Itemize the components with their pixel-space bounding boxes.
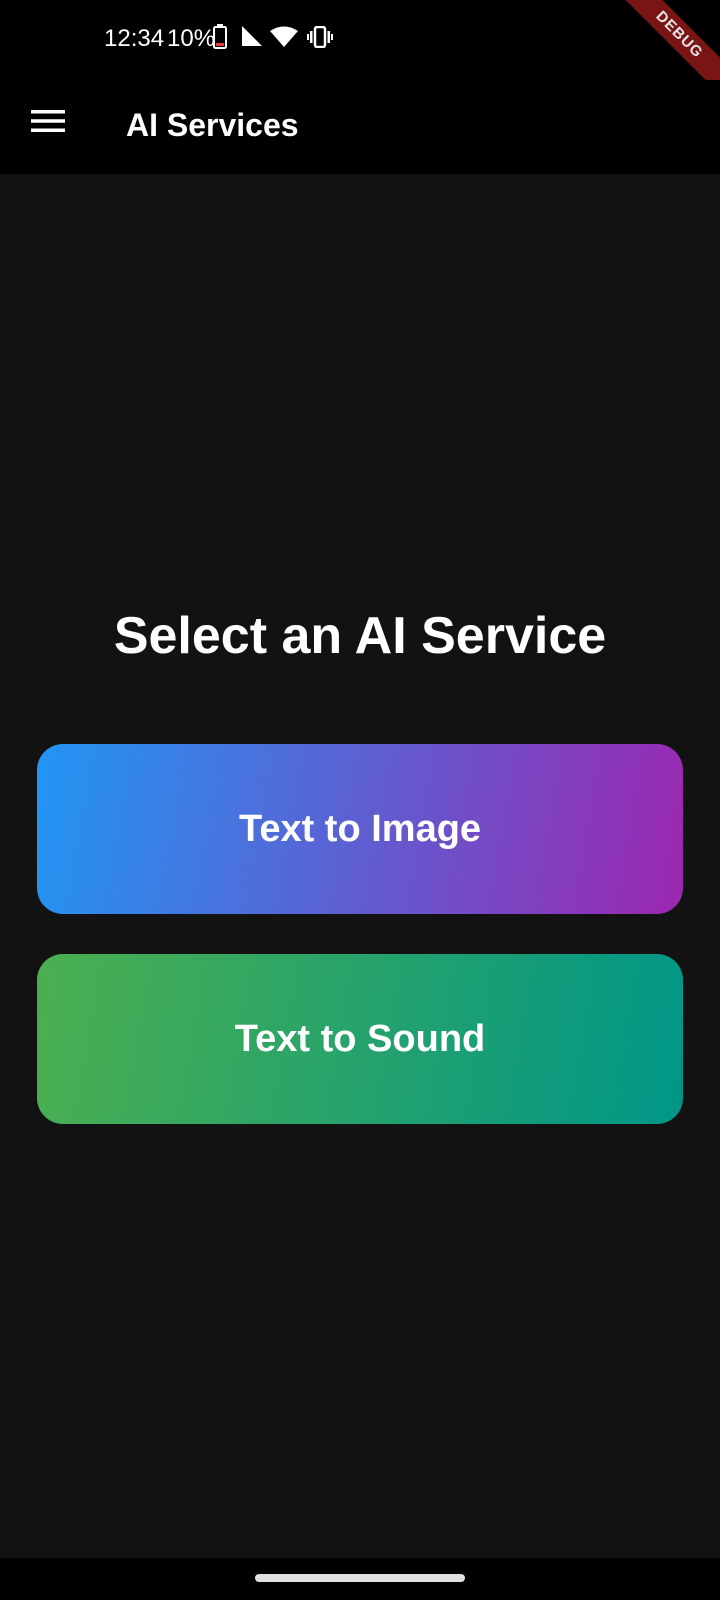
status-bar: 12:34 10% [0, 0, 720, 80]
status-time: 12:34 [104, 25, 165, 52]
wifi-icon [270, 26, 298, 54]
text-to-sound-label: Text to Sound [234, 1017, 486, 1060]
cell-signal-icon [240, 26, 264, 54]
menu-button[interactable] [20, 95, 76, 151]
text-to-sound-button[interactable]: Text to Sound [37, 954, 683, 1124]
battery-low-icon [213, 24, 227, 52]
app-title: AI Services [126, 107, 299, 143]
text-to-image-button[interactable]: Text to Image [37, 744, 683, 914]
home-gesture-handle[interactable] [255, 1574, 465, 1582]
vibrate-icon [307, 25, 333, 54]
page-heading: Select an AI Service [113, 607, 607, 665]
battery-percent: 10% [167, 25, 216, 52]
text-to-image-label: Text to Image [238, 807, 482, 850]
app-bar: AI Services [0, 80, 720, 174]
hamburger-menu-icon [31, 108, 65, 139]
navigation-bar [0, 1558, 720, 1600]
